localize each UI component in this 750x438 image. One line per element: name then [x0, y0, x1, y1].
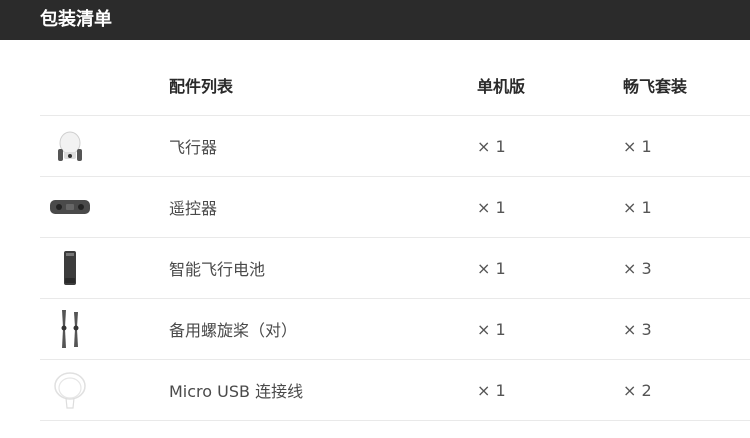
item-qty-standard: × 1 [477, 380, 506, 400]
item-qty-combo: × 3 [623, 258, 652, 278]
column-header-standard: 单机版 [477, 76, 526, 96]
item-qty-combo: × 1 [623, 197, 652, 217]
column-header-combo: 畅飞套装 [623, 76, 688, 96]
table-row: 飞行器 × 1 × 1 [40, 116, 750, 177]
item-qty-standard: × 1 [477, 136, 506, 156]
packing-list-table: 配件列表 单机版 畅飞套装 飞行器 × 1 × 1 遥控器 × 1 × 1 智能… [40, 40, 750, 421]
usb-cable-icon [40, 360, 100, 420]
item-qty-standard: × 1 [477, 319, 506, 339]
column-header-accessories: 配件列表 [169, 76, 234, 96]
table-row: 备用螺旋桨（对） × 1 × 3 [40, 299, 750, 360]
header-bar: 包装清单 [0, 0, 750, 40]
item-name: Micro USB 连接线 [169, 382, 304, 401]
item-name: 智能飞行电池 [169, 260, 266, 279]
table-header-row: 配件列表 单机版 畅飞套装 [40, 40, 750, 116]
table-row: 智能飞行电池 × 1 × 3 [40, 238, 750, 299]
item-qty-standard: × 1 [477, 258, 506, 278]
item-name: 飞行器 [169, 138, 218, 157]
item-name: 遥控器 [169, 199, 218, 218]
remote-controller-icon [40, 177, 100, 237]
item-name: 备用螺旋桨（对） [169, 321, 298, 340]
item-qty-combo: × 2 [623, 380, 652, 400]
item-qty-combo: × 1 [623, 136, 652, 156]
table-row: Micro USB 连接线 × 1 × 2 [40, 360, 750, 421]
page-title: 包装清单 [40, 9, 112, 30]
battery-icon [40, 238, 100, 298]
drone-icon [40, 116, 100, 176]
item-qty-combo: × 3 [623, 319, 652, 339]
item-qty-standard: × 1 [477, 197, 506, 217]
propellers-icon [40, 299, 100, 359]
table-row: 遥控器 × 1 × 1 [40, 177, 750, 238]
